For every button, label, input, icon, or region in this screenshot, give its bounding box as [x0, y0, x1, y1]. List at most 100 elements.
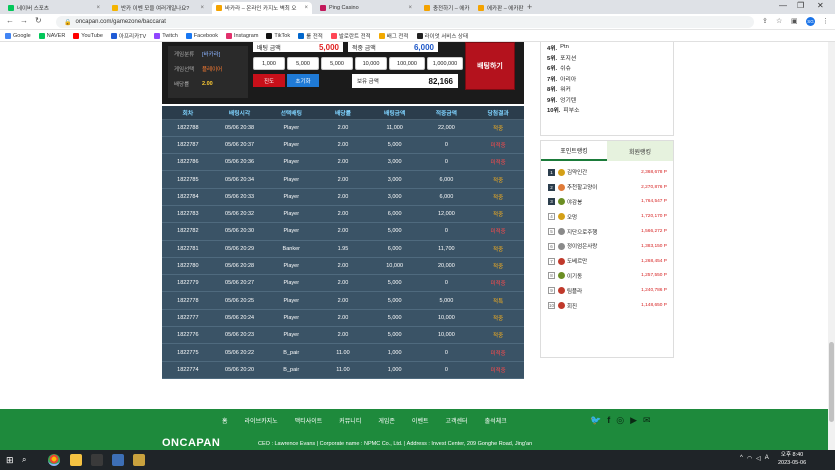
point-ranking-row[interactable]: 4 오멍 1,720,170 P [541, 209, 673, 224]
browser-tab[interactable]: 에카판 – 에카판 – 아이웨이지× [474, 2, 524, 14]
ranking-rank: 4위. [547, 45, 558, 52]
point-ranking-row[interactable]: 7 도베르만 1,268,454 P [541, 254, 673, 269]
ranking-item[interactable]: 10위. 피부소 [541, 104, 673, 114]
point-ranking-row[interactable]: 6 정이엄은사랑 1,383,150 P [541, 239, 673, 254]
bookmark-item[interactable]: 아프리카TV [110, 32, 146, 40]
chip-button[interactable]: 1,000,000 [427, 57, 463, 70]
language-indicator[interactable]: A [765, 455, 769, 462]
chip-button[interactable]: 1,000 [253, 57, 285, 70]
mail-icon[interactable]: ✉ [643, 415, 651, 426]
footer-nav-link[interactable]: 출석체크 [485, 416, 507, 425]
browser-tab[interactable]: 바카라 – 온라인 카지노 벽최 오 × [212, 2, 312, 14]
tab-close-icon[interactable]: × [198, 5, 204, 11]
windows-start-icon[interactable]: ⊞ [6, 455, 14, 466]
browser-tab[interactable]: Ping Casino × [316, 2, 416, 14]
point-ranking-row[interactable]: 10 회진 1,148,650 P [541, 298, 673, 313]
minimize-icon[interactable]: — [779, 1, 787, 10]
scrollbar-thumb[interactable] [829, 342, 834, 422]
tab-close-icon[interactable]: × [302, 5, 308, 11]
taskbar-clock[interactable]: 오후 8:40 2023-05-06 [778, 452, 806, 467]
tab-close-icon[interactable]: × [94, 5, 100, 11]
url-field[interactable]: 🔒 oncapan.com/gamezone/baccarat [56, 16, 754, 28]
footer-logo[interactable]: ONCAPAN [162, 437, 220, 449]
volume-icon[interactable]: ◁ [756, 455, 761, 462]
ranking-item[interactable]: 7위. 아리아 [541, 73, 673, 83]
chip-button[interactable]: 100,000 [389, 57, 425, 70]
footer-nav-link[interactable]: 라이브카지노 [245, 416, 278, 425]
ranking-item[interactable]: 6위. 쉬슈 [541, 63, 673, 73]
bookmark-item[interactable]: NAVER [38, 32, 65, 39]
tab-point-ranking[interactable]: 포인트랭킹 [541, 141, 607, 161]
bookmark-item[interactable]: 발로란트 전적 [330, 32, 371, 40]
forward-icon[interactable]: → [20, 16, 28, 25]
bookmark-item[interactable]: 배그 전적 [378, 32, 409, 40]
bookmark-item[interactable]: Twitch [154, 32, 178, 39]
bookmark-item[interactable]: YouTube [73, 32, 103, 39]
bookmark-favicon-icon [110, 32, 117, 39]
chip-button[interactable]: 5,000 [287, 57, 319, 70]
tab-close-icon[interactable]: × [406, 5, 412, 11]
footer-nav-link[interactable]: 게임존 [378, 416, 395, 425]
bookmark-item[interactable]: Instagram [225, 32, 258, 39]
profile-avatar[interactable]: SG [806, 17, 815, 26]
table-cell: 20,000 [420, 257, 473, 276]
app-icon[interactable] [91, 454, 103, 466]
browser-tab[interactable]: 네이버 스포츠 × [4, 2, 104, 14]
ranking-item[interactable]: 5위. 포지션 [541, 52, 673, 62]
point-ranking-row[interactable]: 8 이기동 1,257,550 P [541, 269, 673, 284]
share-icon[interactable]: ⇪ [762, 17, 768, 25]
reload-icon[interactable]: ↻ [35, 16, 42, 25]
table-cell: 0 [420, 136, 473, 155]
ranking-item[interactable]: 9위. 엉기텐 [541, 94, 673, 104]
browser-tab[interactable]: 반카 이벤 모을 여러개일나요? × [108, 2, 208, 14]
bookmark-item[interactable]: 룰 전적 [298, 32, 323, 40]
page-scrollbar[interactable] [828, 42, 835, 450]
game-app-icon[interactable] [133, 454, 145, 466]
twitter-icon[interactable]: 🐦 [590, 415, 601, 426]
bookmark-item[interactable]: 라이엇 서비스 상태 [416, 32, 468, 40]
extensions-icon[interactable]: ▣ [791, 17, 798, 25]
chrome-taskbar-icon[interactable] [48, 454, 60, 466]
back-icon[interactable]: ← [6, 16, 14, 25]
facebook-icon[interactable]: f [607, 415, 610, 426]
point-ranking-row[interactable]: 1 김약인간 2,368,678 P [541, 165, 673, 180]
instagram-icon[interactable]: ◎ [616, 415, 624, 426]
footer-nav-link[interactable]: 맥티사이트 [295, 416, 323, 425]
ranking-item[interactable]: 4위. Ptn [541, 42, 673, 52]
file-explorer-icon[interactable] [70, 454, 82, 466]
chip-button[interactable]: 5,000 [321, 57, 353, 70]
reset-button[interactable]: 초기화 [287, 74, 319, 87]
wifi-icon[interactable]: ◠ [747, 455, 752, 462]
bookmark-item[interactable]: Google [5, 32, 31, 39]
chevron-up-icon[interactable]: ^ [740, 455, 743, 462]
footer-nav-link[interactable]: 고객센터 [445, 416, 467, 425]
bookmark-item[interactable]: Facebook [185, 32, 218, 39]
browser-menu-icon[interactable]: ⋮ [822, 17, 829, 25]
chip-button[interactable]: 10,000 [355, 57, 387, 70]
taskbar-search-icon[interactable]: ⌕ [22, 455, 26, 465]
footer-nav-link[interactable]: 이벤트 [412, 416, 429, 425]
win-amount-display: 적중 금액 6,000 [348, 42, 438, 52]
ranking-item[interactable]: 8위. 워커 [541, 84, 673, 94]
youtube-icon[interactable]: ▶ [630, 415, 637, 426]
close-window-icon[interactable]: ✕ [817, 1, 824, 10]
point-ranking-row[interactable]: 2 추천할고양이 2,270,876 P [541, 180, 673, 195]
tab-member-ranking[interactable]: 회원랭킹 [607, 141, 673, 161]
browser-tab[interactable]: 충전하기 – 에카판 – 아이웨이지× [420, 2, 470, 14]
table-cell: 1822777 [162, 309, 214, 328]
point-ranking-row[interactable]: 9 팀플라 1,240,786 P [541, 283, 673, 298]
bookmark-item[interactable]: TikTok [266, 32, 290, 39]
footer-nav: 홈 라이브카지노 맥티사이트 커뮤니티 게임존 이벤트 고객센터 출석체크 [222, 416, 524, 425]
footer-nav-link[interactable]: 홈 [222, 416, 228, 425]
new-tab-button[interactable]: + [527, 2, 532, 12]
footer-nav-link[interactable]: 커뮤니티 [339, 416, 361, 425]
point-ranking-row[interactable]: 3 야감봉 1,764,547 P [541, 195, 673, 210]
place-bet-button[interactable]: 배팅하기 [465, 42, 515, 90]
bookmark-label: YouTube [81, 32, 103, 39]
steam-icon[interactable] [112, 454, 124, 466]
table-cell: 05/06 20:25 [213, 291, 266, 310]
bookmark-star-icon[interactable]: ☆ [776, 17, 782, 25]
point-ranking-row[interactable]: 5 지단으로주행 1,566,272 P [541, 224, 673, 239]
maximize-icon[interactable]: ❐ [797, 1, 804, 10]
jindo-button[interactable]: 진도 [253, 74, 285, 87]
